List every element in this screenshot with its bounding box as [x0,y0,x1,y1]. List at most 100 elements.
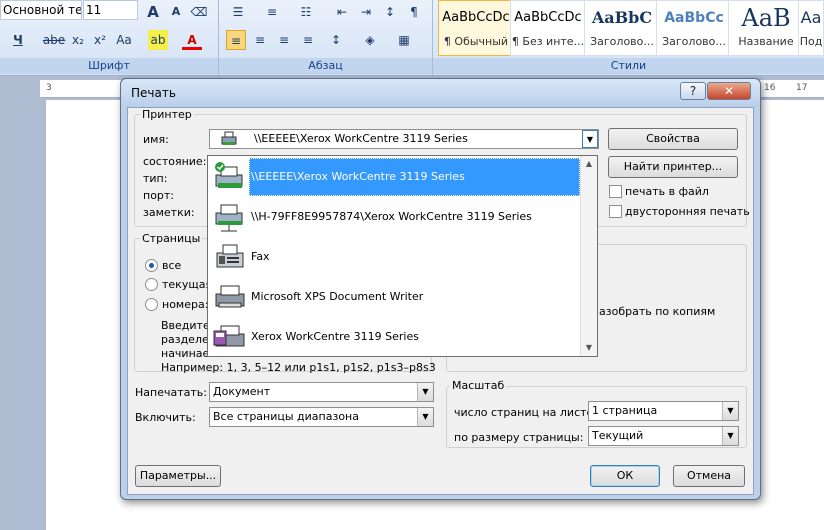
dialog-titlebar[interactable]: Печать ? ✕ [121,79,760,107]
chevron-down-icon[interactable]: ▼ [417,383,433,401]
paragraph-group-label: Абзац [219,58,432,74]
printer-icon [221,131,237,145]
scroll-up-icon[interactable]: ▲ [581,156,597,172]
subscript-button[interactable]: x₂ [68,30,88,50]
radio-current[interactable] [145,278,158,291]
pages-per-sheet-label: число страниц на листе: [454,406,597,419]
justify-icon[interactable]: ≡ [298,30,318,50]
increase-indent-icon[interactable]: ⇥ [356,2,376,22]
scroll-down-icon[interactable]: ▼ [581,340,597,356]
align-center-icon[interactable]: ≡ [250,30,270,50]
ruler-mark: 16 [764,83,776,93]
font-size-box[interactable]: 11 [83,0,138,20]
align-left-icon[interactable]: ≡ [226,30,246,50]
highlight-button[interactable]: ab [148,30,168,50]
radio-all-label: все [162,259,182,272]
style-name: Заголово... [590,35,654,48]
chevron-down-icon[interactable]: ▼ [417,408,433,426]
decrease-indent-icon[interactable]: ⇤ [332,2,352,22]
style-sample: AaBbCc [664,10,724,26]
notes-label: заметки: [143,206,195,219]
duplex-checkbox[interactable] [609,205,622,218]
strike-button[interactable]: abe [42,30,66,50]
style-sample: Aa [800,8,822,27]
style-sample: AaB [741,4,791,32]
duplex-label: двусторонняя печать [625,205,750,218]
printer-group-label: Принтер [140,108,194,121]
include-value: Все страницы диапазона [213,410,359,423]
ok-button[interactable]: ОК [590,465,660,487]
pages-per-sheet-combo[interactable]: 1 страница ▼ [588,401,739,421]
print-to-file-checkbox[interactable] [609,185,622,198]
pages-group-label: Страницы [140,232,203,245]
printer-icon [213,325,245,347]
shading-icon[interactable]: ◈ [360,30,380,50]
bullets-icon[interactable]: ☰ [228,2,248,22]
printer-option-text: \\EEEEE\Xerox WorkCentre 3119 Series [251,170,465,183]
font-name-box[interactable]: Основной те [0,0,82,20]
shrink-font-button[interactable]: A [166,2,186,22]
options-button[interactable]: Параметры... [135,465,221,487]
style-title[interactable]: AaB Название [728,0,804,56]
port-label: порт: [143,189,175,202]
list-item[interactable]: Xerox WorkCentre 3119 Series [209,317,581,357]
change-case-button[interactable]: Aa [114,30,134,50]
line-spacing-icon[interactable]: ↕ [326,30,346,50]
properties-button[interactable]: Свойства [608,128,738,150]
style-heading-2[interactable]: AaBbCc Заголово... [656,0,732,56]
print-what-label: Напечатать: [135,386,207,399]
list-item[interactable]: Fax [209,237,581,277]
close-button[interactable]: ✕ [707,82,751,100]
multilevel-list-icon[interactable]: ☷ [296,2,316,22]
pilcrow-icon[interactable]: ¶ [404,2,424,22]
pages-per-sheet-value: 1 страница [592,404,658,417]
radio-all[interactable] [145,259,158,272]
name-label: имя: [143,133,169,146]
printer-option-text: \\H-79FF8E9957874\Xerox WorkCentre 3119 … [251,210,532,223]
fax-icon [216,244,244,268]
borders-icon[interactable]: ▦ [394,30,414,50]
include-label: Включить: [135,411,196,424]
print-to-file-label: печать в файл [625,185,709,198]
style-heading-1[interactable]: AaBbC Заголово... [584,0,660,56]
style-name: Заголово... [662,35,726,48]
printer-option-text: Xerox WorkCentre 3119 Series [251,330,419,343]
chevron-down-icon[interactable]: ▼ [722,427,738,445]
printer-option-text: Fax [251,250,270,263]
list-item[interactable]: Microsoft XPS Document Writer [209,277,581,317]
print-what-combo[interactable]: Документ ▼ [209,382,434,402]
style-subtitle[interactable]: Aa Под [798,0,824,56]
underline-button[interactable]: Ч [8,30,28,50]
list-item[interactable]: \\EEEEE\Xerox WorkCentre 3119 Series [209,157,581,197]
clear-format-icon[interactable]: ⌫ [189,2,209,22]
style-normal[interactable]: AaBbCcDc ¶ Обычный [438,0,514,56]
ruler-mark: 17 [796,83,808,93]
scrollbar[interactable]: ▲ ▼ [580,156,597,356]
ribbon: Основной те 11 A A ⌫ Ч abe x₂ x² Aa ab A… [0,0,824,76]
include-combo[interactable]: Все страницы диапазона ▼ [209,407,434,427]
list-item[interactable]: \\H-79FF8E9957874\Xerox WorkCentre 3119 … [209,197,581,237]
grow-font-button[interactable]: A [143,2,163,22]
printer-default-icon [215,162,243,188]
sort-icon[interactable]: ↕ [380,2,400,22]
chevron-down-icon[interactable]: ▼ [722,402,738,420]
scale-to-label: по размеру страницы: [454,431,584,444]
help-button[interactable]: ? [680,82,706,100]
style-sample: AaBbCcDc [514,10,582,25]
hint-text: Введите [161,319,210,332]
numbering-icon[interactable]: ≡ [262,2,282,22]
chevron-down-icon[interactable]: ▼ [582,130,598,148]
style-name: ¶ Без инте... [511,35,585,48]
align-right-icon[interactable]: ≡ [274,30,294,50]
superscript-button[interactable]: x² [90,30,110,50]
style-sample: AaBbC [591,8,653,27]
printer-name-combo[interactable]: \\EEEEE\Xerox WorkCentre 3119 Series ▼ [209,129,599,149]
cancel-button[interactable]: Отмена [673,465,745,487]
printer-option-text: Microsoft XPS Document Writer [251,290,424,303]
scale-to-combo[interactable]: Текущий ▼ [588,426,739,446]
find-printer-button[interactable]: Найти принтер... [608,156,738,178]
printer-dropdown-list[interactable]: \\EEEEE\Xerox WorkCentre 3119 Series \\H… [207,155,598,357]
font-color-button[interactable]: A [182,30,202,50]
style-no-spacing[interactable]: AaBbCcDc ¶ Без инте... [510,0,586,56]
radio-numbers[interactable] [145,298,158,311]
